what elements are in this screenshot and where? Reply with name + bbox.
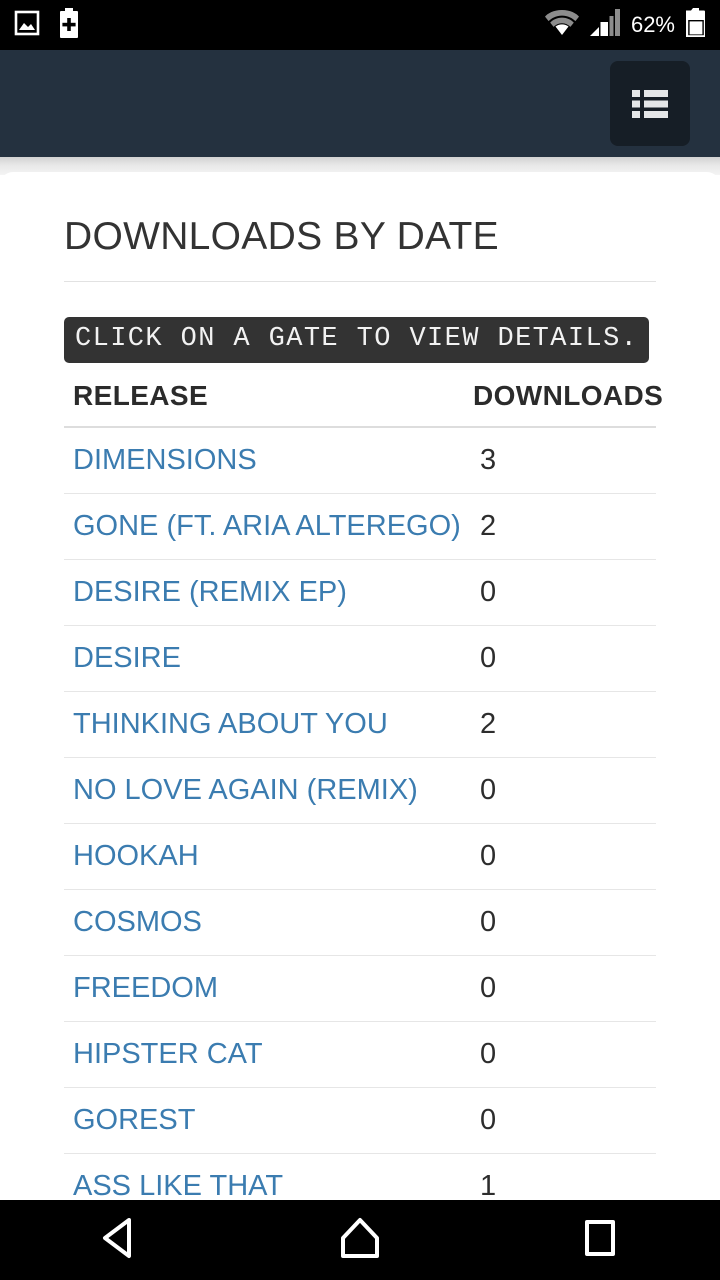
downloads-table-body: DIMENSIONS 3 GONE (FT. ARIA ALTEREGO) 2 DESI… xyxy=(64,427,656,1200)
release-cell: THINKING ABOUT YOU xyxy=(64,691,480,758)
release-link[interactable]: FREEDOM xyxy=(73,972,218,1004)
battery-icon xyxy=(685,7,706,43)
wifi-icon xyxy=(544,9,579,42)
downloads-count-cell: 0 xyxy=(480,757,656,824)
table-row: COSMOS 0 xyxy=(64,889,656,956)
downloads-count-cell: 0 xyxy=(480,889,656,956)
recents-square-icon xyxy=(580,1216,620,1265)
table-row: DIMENSIONS 3 xyxy=(64,427,656,494)
release-cell: GOREST xyxy=(64,1087,480,1154)
status-bar-left-icons xyxy=(14,7,80,43)
release-link[interactable]: COSMOS xyxy=(73,906,202,938)
release-cell: DESIRE xyxy=(64,625,480,692)
release-link[interactable]: THINKING ABOUT YOU xyxy=(73,708,388,740)
content-card: DOWNLOADS BY DATE CLICK ON A GATE TO VIE… xyxy=(0,172,720,1200)
status-bar: 62% xyxy=(0,0,720,50)
table-row: NO LOVE AGAIN (REMIX) 0 xyxy=(64,757,656,824)
release-cell: DIMENSIONS xyxy=(64,427,480,494)
release-cell: GONE (FT. ARIA ALTEREGO) xyxy=(64,493,480,560)
release-link[interactable]: GOREST xyxy=(73,1104,195,1136)
column-header-downloads: DOWNLOADS xyxy=(473,374,663,428)
downloads-count-cell: 0 xyxy=(480,559,656,626)
title-divider xyxy=(64,281,656,282)
list-menu-button[interactable] xyxy=(610,61,690,146)
list-view-icon xyxy=(632,89,668,119)
status-bar-right-icons: 62% xyxy=(544,7,706,43)
column-header-release: RELEASE xyxy=(64,374,480,428)
table-row: DESIRE (REMIX EP) 0 xyxy=(64,559,656,626)
downloads-count-cell: 2 xyxy=(480,691,656,758)
release-cell: HIPSTER CAT xyxy=(64,1021,480,1088)
app-bar xyxy=(0,50,720,157)
downloads-count-cell: 0 xyxy=(480,1021,656,1088)
release-cell: FREEDOM xyxy=(64,955,480,1022)
phone-screen: 62% DOWNLOADS BY DATE CLICK ON A GATE TO… xyxy=(0,0,720,1280)
instruction-banner: CLICK ON A GATE TO VIEW DETAILS. xyxy=(64,317,650,363)
table-row: FREEDOM 0 xyxy=(64,955,656,1022)
release-link[interactable]: GONE (FT. ARIA ALTEREGO) xyxy=(73,510,461,542)
release-link[interactable]: DESIRE xyxy=(73,642,181,674)
release-cell: DESIRE (REMIX EP) xyxy=(64,559,480,626)
release-link[interactable]: HOOKAH xyxy=(73,840,199,872)
home-icon xyxy=(337,1216,383,1265)
android-navigation-bar xyxy=(0,1200,720,1280)
column-header-downloads-label: DOWNLOADS xyxy=(473,380,664,411)
table-row: HOOKAH 0 xyxy=(64,823,656,890)
release-link[interactable]: ASS LIKE THAT xyxy=(73,1170,283,1200)
downloads-count-cell: 0 xyxy=(480,1087,656,1154)
back-button[interactable] xyxy=(60,1200,180,1280)
release-cell: HOOKAH xyxy=(64,823,480,890)
downloads-count-cell: 0 xyxy=(480,625,656,692)
table-row: GONE (FT. ARIA ALTEREGO) 2 xyxy=(64,493,656,560)
back-triangle-icon xyxy=(99,1216,141,1265)
table-header-row: RELEASE DOWNLOADS xyxy=(64,374,663,428)
battery-percent-label: 62% xyxy=(630,12,675,37)
downloads-count-cell: 1 xyxy=(480,1153,656,1200)
downloads-count-cell: 2 xyxy=(480,493,656,560)
downloads-count-cell: 0 xyxy=(480,955,656,1022)
release-link[interactable]: NO LOVE AGAIN (REMIX) xyxy=(73,774,418,806)
screenshot-image-icon xyxy=(14,9,40,42)
recents-button[interactable] xyxy=(540,1200,660,1280)
release-cell: NO LOVE AGAIN (REMIX) xyxy=(64,757,480,824)
cellular-signal-icon xyxy=(589,8,620,42)
battery-saver-icon xyxy=(58,7,80,43)
table-row: THINKING ABOUT YOU 2 xyxy=(64,691,656,758)
page-title: DOWNLOADS BY DATE xyxy=(64,215,499,258)
table-row: GOREST 0 xyxy=(64,1087,656,1154)
release-link[interactable]: HIPSTER CAT xyxy=(73,1038,263,1070)
release-link[interactable]: DESIRE (REMIX EP) xyxy=(73,576,347,608)
downloads-count-cell: 0 xyxy=(480,823,656,890)
downloads-table: RELEASE DOWNLOADS DIMENSIONS 3 GONE (FT. A… xyxy=(64,374,663,1200)
table-row: HIPSTER CAT 0 xyxy=(64,1021,656,1088)
home-button[interactable] xyxy=(300,1200,420,1280)
release-cell: COSMOS xyxy=(64,889,480,956)
downloads-count-cell: 3 xyxy=(480,427,656,494)
table-row: ASS LIKE THAT 1 xyxy=(64,1153,656,1200)
release-link[interactable]: DIMENSIONS xyxy=(73,444,257,476)
table-row: DESIRE 0 xyxy=(64,625,656,692)
release-cell: ASS LIKE THAT xyxy=(64,1153,480,1200)
